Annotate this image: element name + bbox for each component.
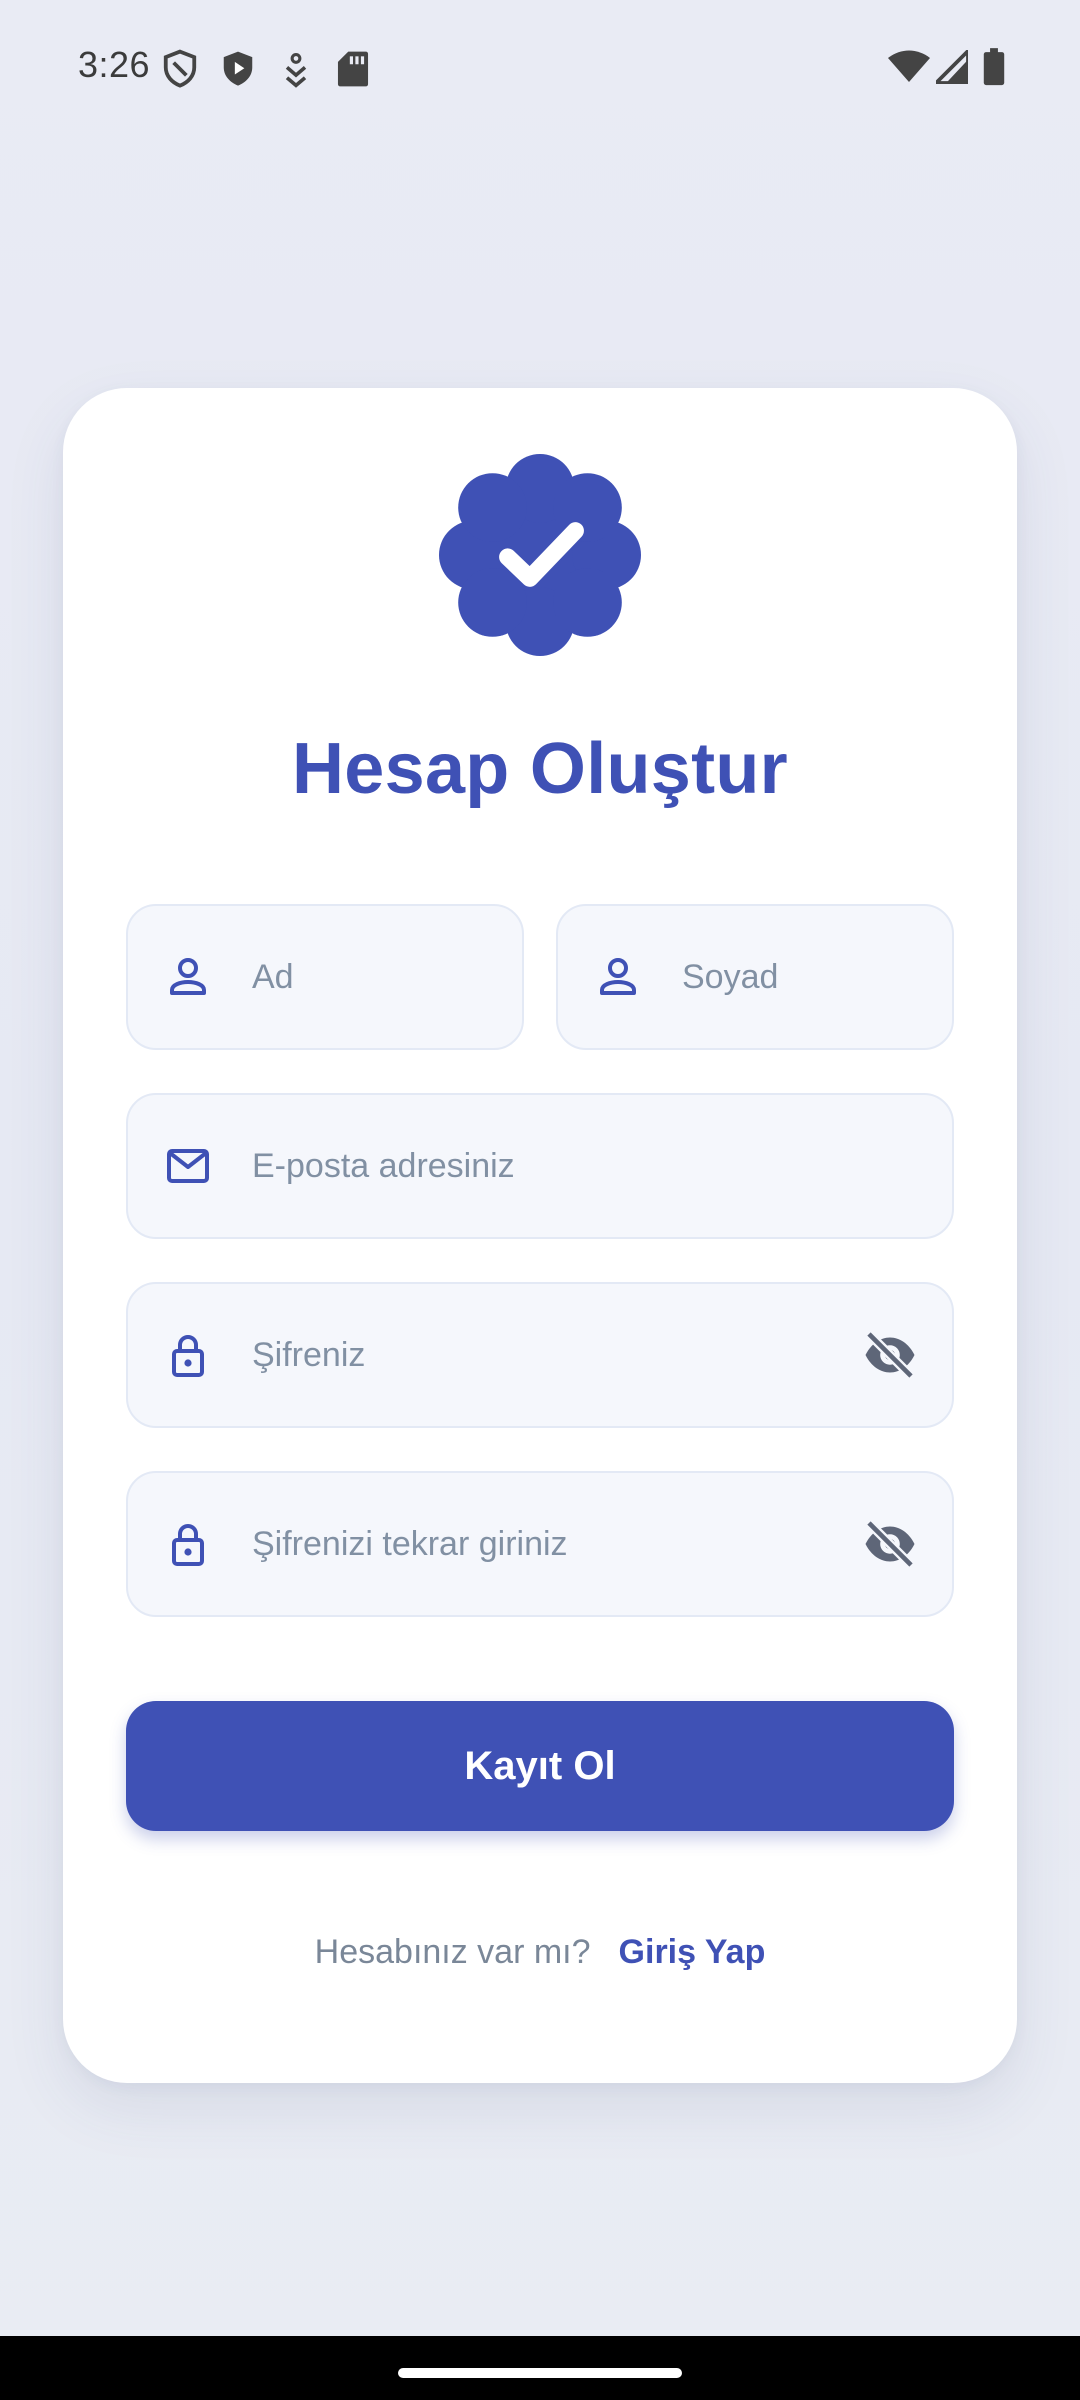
status-bar: 3:26 <box>0 0 1080 135</box>
signup-card: Hesap Oluştur Ad Soyad E-posta adresiniz… <box>63 388 1017 2083</box>
password-field[interactable] <box>126 1282 954 1428</box>
sd-card-icon <box>337 51 369 87</box>
shield-outline-icon <box>163 49 197 88</box>
status-time: 3:26 <box>78 44 151 85</box>
register-button[interactable]: Kayıt Ol <box>126 1701 954 1831</box>
eye-off-icon[interactable] <box>862 1327 918 1383</box>
last-name-field[interactable] <box>556 904 954 1050</box>
password-input[interactable] <box>252 1284 842 1426</box>
first-name-field[interactable] <box>126 904 524 1050</box>
wifi-icon <box>888 50 930 82</box>
home-gesture-handle[interactable] <box>398 2368 682 2378</box>
lock-icon <box>172 1334 204 1377</box>
verified-badge-icon <box>439 454 641 656</box>
first-name-input[interactable] <box>252 906 502 1048</box>
download-arrow-icon <box>285 53 307 88</box>
eye-off-icon[interactable] <box>862 1516 918 1572</box>
email-input[interactable] <box>252 1095 932 1237</box>
person-icon <box>600 958 636 995</box>
battery-icon <box>983 48 1005 86</box>
navigation-bar <box>0 2336 1080 2400</box>
password-confirm-input[interactable] <box>252 1473 842 1615</box>
lock-icon <box>172 1523 204 1566</box>
shield-play-icon <box>223 51 253 86</box>
password-confirm-field[interactable] <box>126 1471 954 1617</box>
page-title: Hesap Oluştur <box>291 729 789 809</box>
mail-icon <box>167 1149 209 1183</box>
person-icon <box>170 958 206 995</box>
login-prompt: Hesabınız var mı? Giriş Yap <box>63 1933 1017 1972</box>
cellular-signal-icon <box>936 50 968 84</box>
login-question: Hesabınız var mı? <box>314 1933 591 1971</box>
login-link[interactable]: Giriş Yap <box>619 1933 766 1971</box>
last-name-input[interactable] <box>682 906 932 1048</box>
email-field[interactable] <box>126 1093 954 1239</box>
